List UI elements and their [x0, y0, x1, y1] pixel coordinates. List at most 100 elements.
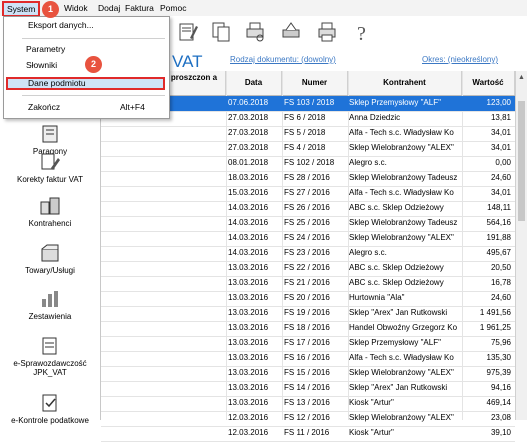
table-row[interactable]: 13.03.2016 FS 16 / 2016 Alfa - Tech s.c. W… — [101, 351, 515, 367]
menu-dodaj[interactable]: Dodaj — [98, 3, 120, 13]
table-row[interactable]: 15.03.2016 FS 27 / 2016 Alfa - Tech s.c. W… — [101, 186, 515, 202]
print-preview-icon[interactable] — [244, 20, 266, 44]
cell-number: FS 4 / 2018 — [284, 143, 326, 152]
tax-control-icon — [42, 394, 57, 412]
menu-item-parametry[interactable]: Parametry — [26, 44, 65, 54]
menu-widok[interactable]: Widok — [64, 3, 88, 13]
menu-faktura[interactable]: Faktura — [125, 3, 154, 13]
cell-value: 148,11 — [487, 203, 511, 212]
table-row[interactable]: 13.03.2016 FS 17 / 2016 Sklep Przemysłowy … — [101, 336, 515, 352]
table-row[interactable]: 13.03.2016 FS 21 / 2016 ABC s.c. Sklep Odz… — [101, 276, 515, 292]
cell-kontrahent: Sklep Wielobranżowy "ALEX" — [349, 368, 454, 377]
period-filter[interactable]: Okres: (nieokreślony) — [422, 55, 498, 64]
table-row[interactable]: 14.03.2016 FS 25 / 2016 Sklep Wielobranżow… — [101, 216, 515, 232]
cell-date: 27.03.2018 — [228, 128, 269, 137]
table-row[interactable]: 12.03.2016 FS 12 / 2016 Sklep Wielobranżow… — [101, 411, 515, 427]
cell-number: FS 18 / 2016 — [284, 323, 330, 332]
table-row[interactable]: 18.03.2016 FS 28 / 2016 Sklep Wielobranżow… — [101, 171, 515, 187]
menu-pomoc[interactable]: Pomoc — [160, 3, 186, 13]
table-row[interactable]: 13.03.2016 FS 13 / 2016 Kiosk "Artur" 469,1… — [101, 396, 515, 412]
cell-number: FS 12 / 2016 — [284, 413, 330, 422]
cell-number: FS 20 / 2016 — [284, 293, 330, 302]
table-row[interactable]: 13.03.2016 FS 14 / 2016 Sklep "Arex" Jan R… — [101, 381, 515, 397]
table-row[interactable]: 13.03.2016 FS 18 / 2016 Handel Obwoźny Grz… — [101, 321, 515, 337]
sidebar-item-label: e-Kontrole podatkowe — [11, 416, 89, 425]
cell-kontrahent: Alfa - Tech s.c. Władysław Ko — [349, 353, 454, 362]
menu-bar: System Widok Dodaj Faktura Pomoc — [0, 0, 527, 17]
cell-kontrahent: Alegro s.c. — [349, 248, 387, 257]
scrollbar-thumb[interactable] — [518, 101, 525, 221]
cell-date: 12.03.2016 — [228, 428, 269, 437]
cell-kontrahent: Alfa - Tech s.c. Władysław Ko — [349, 188, 454, 197]
cell-value: 1 961,25 — [479, 323, 511, 332]
edit-document-icon[interactable] — [176, 20, 198, 44]
cell-number: FS 6 / 2018 — [284, 113, 326, 122]
table-row[interactable]: 08.01.2018 FS 102 / 2018 Alegro s.c. 0,00 — [101, 156, 515, 172]
document-type-filter[interactable]: Rodzaj dokumentu: (dowolny) — [230, 55, 336, 64]
cell-number: FS 26 / 2016 — [284, 203, 330, 212]
menu-item-eksport[interactable]: Eksport danych... — [28, 20, 94, 30]
column-header-wartosc[interactable]: Wartość — [462, 71, 515, 95]
sidebar-item-korekty[interactable]: Korekty faktur VAT — [0, 138, 100, 184]
cell-kontrahent: ABC s.c. Sklep Odzieżowy — [349, 278, 444, 287]
cell-number: FS 21 / 2016 — [284, 278, 330, 287]
menu-item-dane-podmiotu[interactable]: Dane podmiotu — [28, 78, 86, 88]
cell-number: FS 28 / 2016 — [284, 173, 330, 182]
table-row[interactable]: 13.03.2016 FS 15 / 2016 Sklep Wielobranżow… — [101, 366, 515, 382]
cell-date: 18.03.2016 — [228, 173, 269, 182]
sidebar-item-towary[interactable]: Towary/Usługi — [0, 243, 100, 275]
cell-kontrahent: Kiosk "Artur" — [349, 428, 394, 437]
cell-value: 123,00 — [486, 98, 511, 107]
cell-value: 135,30 — [486, 353, 511, 362]
column-header-numer[interactable]: Numer — [282, 71, 348, 95]
cell-kontrahent: Sklep Przemysłowy "ALF" — [349, 338, 441, 347]
cell-date: 13.03.2016 — [228, 353, 269, 362]
menu-item-zakoncz[interactable]: Zakończ — [28, 102, 60, 112]
column-header-uproszczona[interactable]: proszczon a — [163, 71, 226, 95]
cell-value: 495,67 — [486, 248, 511, 257]
cell-date: 13.03.2016 — [228, 368, 269, 377]
send-icon[interactable] — [280, 20, 302, 44]
cell-kontrahent: Hurtownia "Ala" — [349, 293, 405, 302]
sidebar-item-kontrole[interactable]: e-Kontrole podatkowe — [0, 393, 100, 425]
column-header-kontrahent[interactable]: Kontrahent — [348, 71, 462, 95]
cell-kontrahent: Anna Dziedzic — [349, 113, 401, 122]
cell-value: 94,16 — [490, 383, 511, 392]
sidebar-item-kontrahenci[interactable]: Kontrahenci — [0, 196, 100, 228]
copy-document-icon[interactable] — [210, 20, 232, 44]
table-row[interactable]: 14.03.2016 FS 24 / 2016 Sklep Wielobranżow… — [101, 231, 515, 247]
cell-date: 13.03.2016 — [228, 338, 269, 347]
print-icon[interactable] — [316, 20, 338, 44]
table-row[interactable]: 27.03.2018 FS 4 / 2018 Sklep Wielobranżowy… — [101, 141, 515, 157]
cell-value: 24,60 — [490, 293, 511, 302]
cell-date: 08.01.2018 — [228, 158, 269, 167]
cell-date: 12.03.2016 — [228, 413, 269, 422]
help-icon[interactable]: ? — [352, 20, 374, 44]
menu-item-slowniki[interactable]: Słowniki — [26, 60, 57, 70]
table-row[interactable]: 27.03.2018 FS 5 / 2018 Alfa - Tech s.c. Wł… — [101, 126, 515, 142]
cell-date: 13.03.2016 — [228, 293, 269, 302]
sidebar-item-label: Korekty faktur VAT — [17, 175, 83, 184]
sidebar-item-jpk[interactable]: e-Sprawozdawczość JPK_VAT — [0, 336, 100, 377]
vertical-scrollbar[interactable]: ▲ — [515, 71, 527, 420]
table-row[interactable]: 13.03.2016 FS 19 / 2016 Sklep "Arex" Jan R… — [101, 306, 515, 322]
table-row[interactable]: 13.03.2016 FS 20 / 2016 Hurtownia "Ala" 24,… — [101, 291, 515, 307]
table-row[interactable]: 14.03.2016 FS 26 / 2016 ABC s.c. Sklep Odz… — [101, 201, 515, 217]
cell-number: FS 16 / 2016 — [284, 353, 330, 362]
step-badge-2: 2 — [85, 56, 102, 73]
table-row[interactable]: 13.03.2016 FS 22 / 2016 ABC s.c. Sklep Odz… — [101, 261, 515, 277]
cell-value: 23,08 — [490, 413, 511, 422]
column-header-data[interactable]: Data — [226, 71, 282, 95]
table-row[interactable]: 12.03.2016 FS 11 / 2016 Kiosk "Artur" 39,10 — [101, 426, 515, 442]
cell-value: 24,60 — [490, 173, 511, 182]
cell-date: 27.03.2018 — [228, 113, 269, 122]
scroll-up-icon[interactable]: ▲ — [518, 74, 525, 81]
cell-date: 07.06.2018 — [228, 98, 269, 107]
menu-system[interactable]: System — [2, 1, 41, 17]
cell-date: 13.03.2016 — [228, 398, 269, 407]
cell-number: FS 15 / 2016 — [284, 368, 330, 377]
cell-number: FS 27 / 2016 — [284, 188, 330, 197]
step-badge-1: 1 — [42, 1, 59, 18]
sidebar-item-zestawienia[interactable]: Zestawienia — [0, 289, 100, 321]
table-row[interactable]: 14.03.2016 FS 23 / 2016 Alegro s.c. 495,67 — [101, 246, 515, 262]
